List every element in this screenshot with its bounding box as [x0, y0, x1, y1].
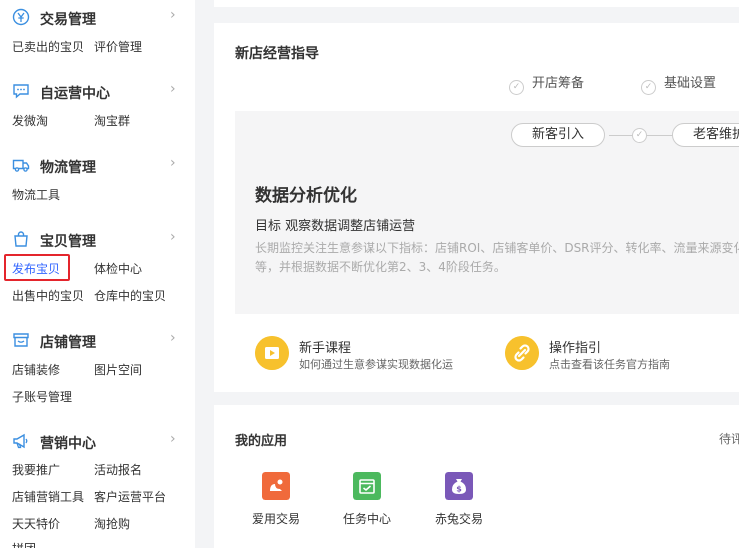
feature-title: 新手课程 — [299, 341, 352, 356]
check-circle-icon: ✓ — [641, 80, 656, 95]
nav-section-logistics: 物流管理 › 物流工具 — [0, 154, 195, 202]
nav-link-image-space[interactable]: 图片空间 — [94, 361, 142, 378]
nav-link-sold-items[interactable]: 已卖出的宝贝 — [12, 38, 84, 55]
guide-step-label: 基础设置 — [664, 76, 717, 91]
sidebar: 交易管理 › 已卖出的宝贝 评价管理 自运营中心 › 发微淘 淘宝群 物流管理 … — [0, 0, 195, 548]
chevron-right-icon[interactable]: › — [170, 155, 176, 171]
svg-text:$: $ — [456, 485, 462, 494]
nav-section-title: 交易管理 — [40, 12, 96, 28]
nav-link-publish-item[interactable]: 发布宝贝 — [12, 260, 60, 277]
nav-section-self-operation-header[interactable]: 自运营中心 › — [0, 80, 195, 102]
task-center-icon — [353, 472, 381, 500]
yen-circle-icon — [12, 8, 30, 26]
apps-side-label[interactable]: 待评 — [719, 430, 739, 447]
nav-link-promotion[interactable]: 我要推广 — [12, 461, 60, 478]
chevron-right-icon[interactable]: › — [170, 7, 176, 23]
nav-section-self-operation: 自运营中心 › 发微淘 淘宝群 — [0, 80, 195, 128]
nav-link-store-decoration[interactable]: 店铺装修 — [12, 361, 60, 378]
nav-link-items-on-sale[interactable]: 出售中的宝贝 — [12, 287, 84, 304]
nav-section-trade: 交易管理 › 已卖出的宝贝 评价管理 — [0, 6, 195, 54]
guide-stage-panel: ✓ 新客引入 老客维护 数据分析优化 目标 观察数据调整店铺运营 长期监控关注生… — [235, 111, 739, 314]
my-apps-card: 我的应用 待评 爱用交易 任务中心 $ 赤兔交易 — [214, 405, 739, 548]
nav-section-title: 宝贝管理 — [40, 234, 96, 250]
nav-link-logistics-tools[interactable]: 物流工具 — [12, 186, 60, 203]
nav-section-title: 营销中心 — [40, 436, 96, 452]
feature-subtitle: 如何通过生意参谋实现数据化运 — [299, 358, 453, 371]
nav-link-health-check[interactable]: 体检中心 — [94, 260, 142, 277]
stage-title: 数据分析优化 — [255, 186, 357, 206]
nav-section-title: 物流管理 — [40, 160, 96, 176]
nav-section-items: 宝贝管理 › 发布宝贝 体检中心 出售中的宝贝 仓库中的宝贝 — [0, 228, 195, 303]
nav-link-marketing-tools[interactable]: 店铺营销工具 — [12, 488, 84, 505]
chevron-right-icon[interactable]: › — [170, 229, 176, 245]
nav-section-trade-header[interactable]: 交易管理 › — [0, 6, 195, 28]
shopping-bag-icon — [14, 231, 28, 247]
nav-section-title: 自运营中心 — [40, 86, 110, 102]
nav-link-daily-deals[interactable]: 天天特价 — [12, 515, 60, 532]
nav-link-customer-platform[interactable]: 客户运营平台 — [94, 488, 166, 505]
nav-link-group-buy[interactable]: 拼团 — [12, 540, 36, 548]
nav-link-taobao-group[interactable]: 淘宝群 — [94, 112, 130, 129]
guide-step-store-prep[interactable]: ✓ 开店筹备 — [509, 72, 584, 95]
nav-link-sub-accounts[interactable]: 子账号管理 — [12, 388, 72, 405]
nav-link-reviews[interactable]: 评价管理 — [94, 38, 142, 55]
stage-pill-old-customers[interactable]: 老客维护 — [672, 123, 739, 147]
apps-title: 我的应用 — [235, 434, 288, 449]
nav-link-weitao[interactable]: 发微淘 — [12, 112, 48, 129]
chevron-right-icon[interactable]: › — [170, 81, 176, 97]
stage-pill-new-customers[interactable]: 新客引入 — [511, 123, 606, 147]
link-icon — [505, 336, 539, 370]
new-store-guide-card: 新店经营指导 ✓ 开店筹备 ✓ 基础设置 ✓ 新客引入 老客维护 数据分析优化 目标… — [214, 23, 739, 392]
megaphone-icon — [13, 433, 28, 449]
guide-step-label: 开店筹备 — [532, 76, 585, 91]
store-icon — [13, 333, 29, 347]
aiyong-icon — [262, 472, 290, 500]
play-video-icon — [255, 336, 289, 370]
check-circle-icon: ✓ — [509, 80, 524, 95]
app-task-center[interactable]: 任务中心 — [322, 472, 412, 527]
feature-subtitle: 点击查看该任务官方指南 — [549, 358, 670, 371]
chat-bubble-icon — [13, 84, 29, 99]
nav-section-title: 店铺管理 — [40, 335, 96, 351]
money-bag-icon: $ — [445, 472, 473, 500]
nav-section-logistics-header[interactable]: 物流管理 › — [0, 154, 195, 176]
chevron-right-icon[interactable]: › — [170, 431, 176, 447]
app-label: 爱用交易 — [251, 512, 300, 526]
top-card — [214, 0, 739, 7]
main-content: 新店经营指导 ✓ 开店筹备 ✓ 基础设置 ✓ 新客引入 老客维护 数据分析优化 目标… — [195, 0, 739, 548]
check-circle-icon: ✓ — [632, 128, 647, 143]
app-chitu-trade[interactable]: $ 赤兔交易 — [414, 472, 504, 527]
chevron-right-icon[interactable]: › — [170, 330, 176, 346]
guide-step-basic-settings[interactable]: ✓ 基础设置 — [641, 72, 716, 95]
app-label: 任务中心 — [342, 512, 391, 526]
nav-link-flash-sale[interactable]: 淘抢购 — [94, 515, 130, 532]
stage-goal: 目标 观察数据调整店铺运营 — [255, 219, 416, 234]
nav-link-event-signup[interactable]: 活动报名 — [94, 461, 142, 478]
stage-description: 长期监控关注生意参谋以下指标：店铺ROI、店铺客单价、DSR评分、转化率、流量来… — [255, 241, 739, 274]
guide-title: 新店经营指导 — [235, 46, 319, 62]
nav-section-store-header[interactable]: 店铺管理 › — [0, 329, 195, 351]
nav-section-items-header[interactable]: 宝贝管理 › — [0, 228, 195, 250]
feature-title: 操作指引 — [549, 341, 602, 356]
app-label: 赤兔交易 — [434, 512, 483, 526]
nav-section-marketing: 营销中心 › 我要推广 活动报名 店铺营销工具 客户运营平台 天天特价 淘抢购 … — [0, 430, 195, 548]
nav-link-items-in-warehouse[interactable]: 仓库中的宝贝 — [94, 287, 166, 304]
nav-section-store: 店铺管理 › 店铺装修 图片空间 子账号管理 — [0, 329, 195, 404]
truck-icon — [12, 159, 30, 172]
nav-section-marketing-header[interactable]: 营销中心 › — [0, 430, 195, 452]
app-aiyong-trade[interactable]: 爱用交易 — [231, 472, 321, 527]
